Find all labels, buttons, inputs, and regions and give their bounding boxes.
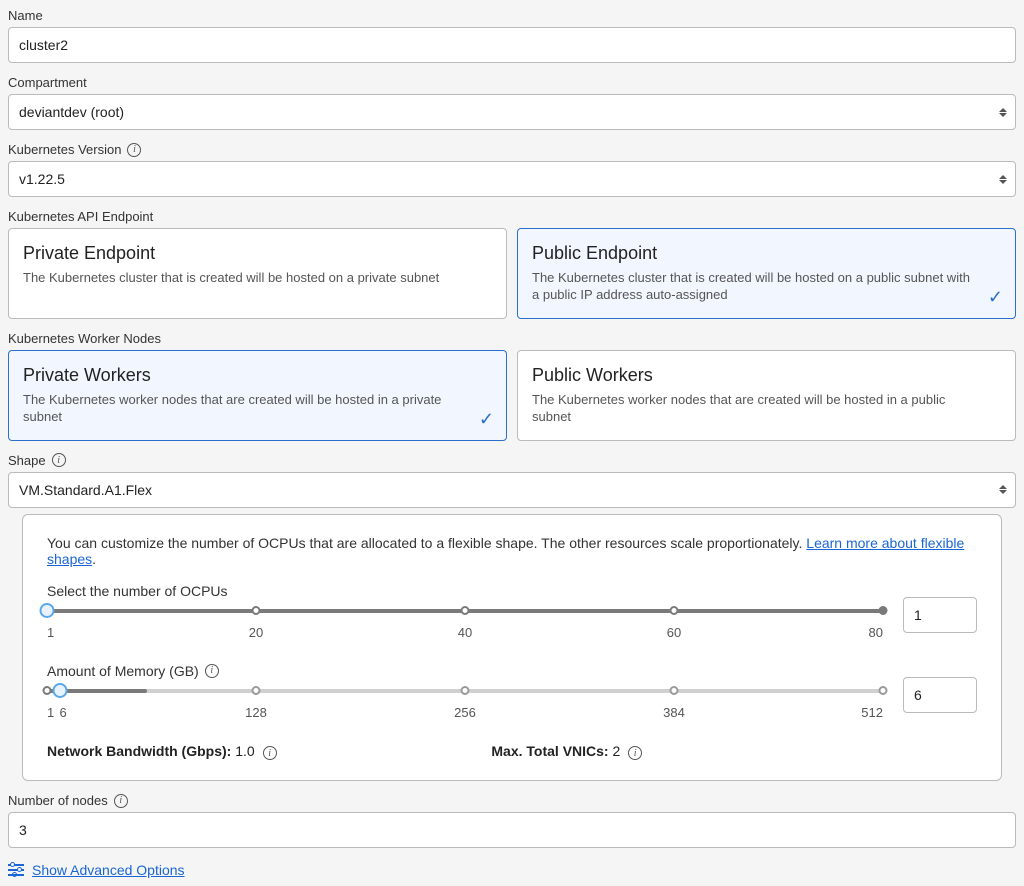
- check-icon: ✓: [988, 287, 1003, 308]
- show-advanced-options-link[interactable]: Show Advanced Options: [8, 862, 1016, 878]
- info-icon[interactable]: i: [52, 453, 66, 467]
- nodes-label: Number of nodes: [8, 793, 108, 808]
- card-desc: The Kubernetes worker nodes that are cre…: [532, 392, 1001, 426]
- info-icon[interactable]: i: [205, 664, 219, 678]
- ocpu-label: Select the number of OCPUs: [47, 583, 977, 599]
- card-desc: The Kubernetes worker nodes that are cre…: [23, 392, 492, 426]
- name-label: Name: [8, 8, 1016, 23]
- card-title: Public Workers: [532, 365, 1001, 386]
- memory-value-input[interactable]: 6: [903, 677, 977, 713]
- shape-value: VM.Standard.A1.Flex: [19, 482, 152, 498]
- api-endpoint-private-card[interactable]: Private Endpoint The Kubernetes cluster …: [8, 228, 507, 319]
- info-icon[interactable]: i: [628, 746, 642, 760]
- info-icon[interactable]: i: [114, 794, 128, 808]
- sliders-icon: [8, 863, 24, 877]
- info-icon[interactable]: i: [127, 143, 141, 157]
- api-endpoint-label: Kubernetes API Endpoint: [8, 209, 1016, 224]
- vnics-metric: Max. Total VNICs: 2 i: [491, 743, 642, 761]
- compartment-value: deviantdev (root): [19, 104, 124, 120]
- tick-label: 80: [869, 625, 883, 640]
- card-desc: The Kubernetes cluster that is created w…: [23, 270, 492, 287]
- name-input[interactable]: [8, 27, 1016, 63]
- card-title: Private Workers: [23, 365, 492, 386]
- memory-label: Amount of Memory (GB): [47, 663, 199, 679]
- shape-select[interactable]: VM.Standard.A1.Flex: [8, 472, 1016, 508]
- chevron-updown-icon: [999, 485, 1007, 494]
- tick-label: 384: [663, 705, 685, 720]
- ocpu-value-input[interactable]: 1: [903, 597, 977, 633]
- tick-label: 256: [454, 705, 476, 720]
- worker-public-card[interactable]: Public Workers The Kubernetes worker nod…: [517, 350, 1016, 441]
- worker-nodes-label: Kubernetes Worker Nodes: [8, 331, 1016, 346]
- tick-label: 1: [47, 705, 54, 720]
- k8s-version-value: v1.22.5: [19, 171, 65, 187]
- shape-config-panel: You can customize the number of OCPUs th…: [22, 514, 1002, 782]
- worker-private-card[interactable]: Private Workers The Kubernetes worker no…: [8, 350, 507, 441]
- tick-label: 1: [47, 625, 54, 640]
- chevron-updown-icon: [999, 108, 1007, 117]
- nodes-input[interactable]: [8, 812, 1016, 848]
- tick-label: 128: [245, 705, 267, 720]
- k8s-version-select[interactable]: v1.22.5: [8, 161, 1016, 197]
- card-title: Private Endpoint: [23, 243, 492, 264]
- tick-label: 40: [458, 625, 472, 640]
- k8s-version-label: Kubernetes Version: [8, 142, 121, 157]
- compartment-select[interactable]: deviantdev (root): [8, 94, 1016, 130]
- card-title: Public Endpoint: [532, 243, 1001, 264]
- tick-label: 20: [249, 625, 263, 640]
- compartment-label: Compartment: [8, 75, 1016, 90]
- chevron-updown-icon: [999, 175, 1007, 184]
- ocpu-slider[interactable]: [47, 603, 883, 621]
- tick-label: 6: [60, 705, 67, 720]
- bandwidth-metric: Network Bandwidth (Gbps): 1.0 i: [47, 743, 277, 761]
- check-icon: ✓: [479, 409, 494, 430]
- tick-label: 512: [861, 705, 883, 720]
- api-endpoint-public-card[interactable]: Public Endpoint The Kubernetes cluster t…: [517, 228, 1016, 319]
- memory-slider[interactable]: [47, 683, 883, 701]
- info-icon[interactable]: i: [263, 746, 277, 760]
- shape-intro-text: You can customize the number of OCPUs th…: [47, 535, 977, 567]
- shape-label: Shape: [8, 453, 46, 468]
- card-desc: The Kubernetes cluster that is created w…: [532, 270, 1001, 304]
- tick-label: 60: [667, 625, 681, 640]
